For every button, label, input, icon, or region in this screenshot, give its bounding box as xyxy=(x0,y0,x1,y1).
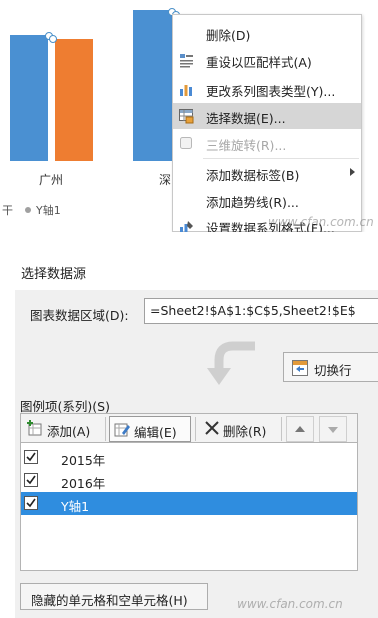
reset-style-icon xyxy=(179,53,193,68)
add-icon xyxy=(27,420,43,436)
menu-item-label: 删除(D) xyxy=(206,28,251,43)
add-series-label: 添加(A) xyxy=(47,424,91,439)
chart-bar-shenzhen-blue[interactable] xyxy=(133,10,173,161)
add-series-button[interactable]: 添加(A) xyxy=(23,416,101,442)
series-row-selected[interactable]: Y轴1 xyxy=(21,492,357,515)
dialog-panel: 图表数据区域(D): =Sheet2!$A$1:$C$5,Sheet2!$E$ … xyxy=(15,290,378,618)
switch-row-column-icon xyxy=(292,360,308,376)
chart-data-range-input[interactable]: =Sheet2!$A$1:$C$5,Sheet2!$E$ xyxy=(144,298,378,324)
move-down-button[interactable] xyxy=(319,416,347,442)
menu-item-label: 添加数据标签(B) xyxy=(206,168,300,183)
legend-marker-icon xyxy=(25,207,31,213)
curved-arrow-icon xyxy=(203,340,263,390)
menu-item-add-trendline[interactable]: 添加趋势线(R)... xyxy=(173,187,361,213)
down-arrow-icon xyxy=(328,427,338,433)
toolbar-separator xyxy=(281,417,282,441)
edit-series-label: 编辑(E) xyxy=(134,425,177,440)
select-data-icon xyxy=(179,109,194,124)
legend-fragment: 干 xyxy=(2,204,13,217)
chart-area: 广州 深 干 Y轴1 删除(D) 重设以匹配样式(A) 更改系列图表类型(Y).… xyxy=(0,0,378,232)
delete-series-label: 删除(R) xyxy=(223,424,267,439)
watermark: www.cfan.com.cn xyxy=(268,215,374,229)
series-name: Y轴1 xyxy=(61,499,90,514)
series-toolbar: 添加(A) 编辑(E) 删除(R) xyxy=(20,413,358,443)
series-row[interactable]: 2016年 xyxy=(21,469,357,492)
series-selection-handle[interactable] xyxy=(45,32,57,43)
watermark: www.cfan.com.cn xyxy=(237,597,343,611)
menu-item-label: 选择数据(E)... xyxy=(206,111,286,126)
chart-bar-guangzhou-orange[interactable] xyxy=(55,39,93,161)
series-checkbox[interactable] xyxy=(24,473,38,487)
rotate-3d-icon xyxy=(179,136,193,150)
delete-series-button[interactable]: 删除(R) xyxy=(199,416,277,442)
menu-item-label: 三维旋转(R)... xyxy=(206,138,287,153)
move-up-button[interactable] xyxy=(286,416,314,442)
context-menu: 删除(D) 重设以匹配样式(A) 更改系列图表类型(Y)... 选择数据(E).… xyxy=(172,14,362,232)
toolbar-separator xyxy=(105,417,106,441)
menu-item-change-chart-type[interactable]: 更改系列图表类型(Y)... xyxy=(173,76,361,102)
format-series-icon xyxy=(179,219,193,232)
x-axis-label: 广州 xyxy=(39,173,64,187)
hidden-empty-cells-label: 隐藏的单元格和空单元格(H) xyxy=(31,593,188,608)
edit-icon xyxy=(114,421,130,437)
switch-row-column-label: 切换行 xyxy=(314,363,352,378)
menu-separator xyxy=(203,158,359,159)
series-name: 2015年 xyxy=(61,453,106,468)
series-checkbox[interactable] xyxy=(24,450,38,464)
edit-series-button[interactable]: 编辑(E) xyxy=(109,416,191,442)
menu-item-select-data[interactable]: 选择数据(E)... xyxy=(173,103,361,129)
menu-item-label: 重设以匹配样式(A) xyxy=(206,55,312,70)
hidden-empty-cells-button[interactable]: 隐藏的单元格和空单元格(H) xyxy=(20,583,208,610)
select-data-source-dialog: 选择数据源 图表数据区域(D): =Sheet2!$A$1:$C$5,Sheet… xyxy=(0,248,378,618)
chart-bar-guangzhou-blue[interactable] xyxy=(10,35,48,161)
series-row[interactable]: 2015年 xyxy=(21,446,357,469)
menu-item-delete[interactable]: 删除(D) xyxy=(173,20,361,46)
submenu-arrow-icon xyxy=(350,168,355,176)
chart-type-icon xyxy=(179,82,193,96)
delete-x-icon xyxy=(205,421,219,435)
menu-item-add-data-labels[interactable]: 添加数据标签(B) xyxy=(173,160,361,186)
switch-row-column-button[interactable]: 切换行 xyxy=(283,352,378,382)
dialog-title: 选择数据源 xyxy=(21,267,87,282)
toolbar-separator xyxy=(195,417,196,441)
menu-item-reset-style[interactable]: 重设以匹配样式(A) xyxy=(173,47,361,73)
menu-item-label: 更改系列图表类型(Y)... xyxy=(206,84,336,99)
menu-item-label: 添加趋势线(R)... xyxy=(206,195,299,210)
series-checkbox[interactable] xyxy=(24,496,38,510)
series-name: 2016年 xyxy=(61,476,106,491)
menu-item-3d-rotation: 三维旋转(R)... xyxy=(173,130,361,156)
up-arrow-icon xyxy=(295,426,305,432)
legend-series-label: Y轴1 xyxy=(36,204,61,217)
series-list: 2015年 2016年 Y轴1 xyxy=(20,443,358,571)
x-axis-label: 深 xyxy=(159,173,172,187)
chart-data-range-label: 图表数据区域(D): xyxy=(30,308,129,323)
